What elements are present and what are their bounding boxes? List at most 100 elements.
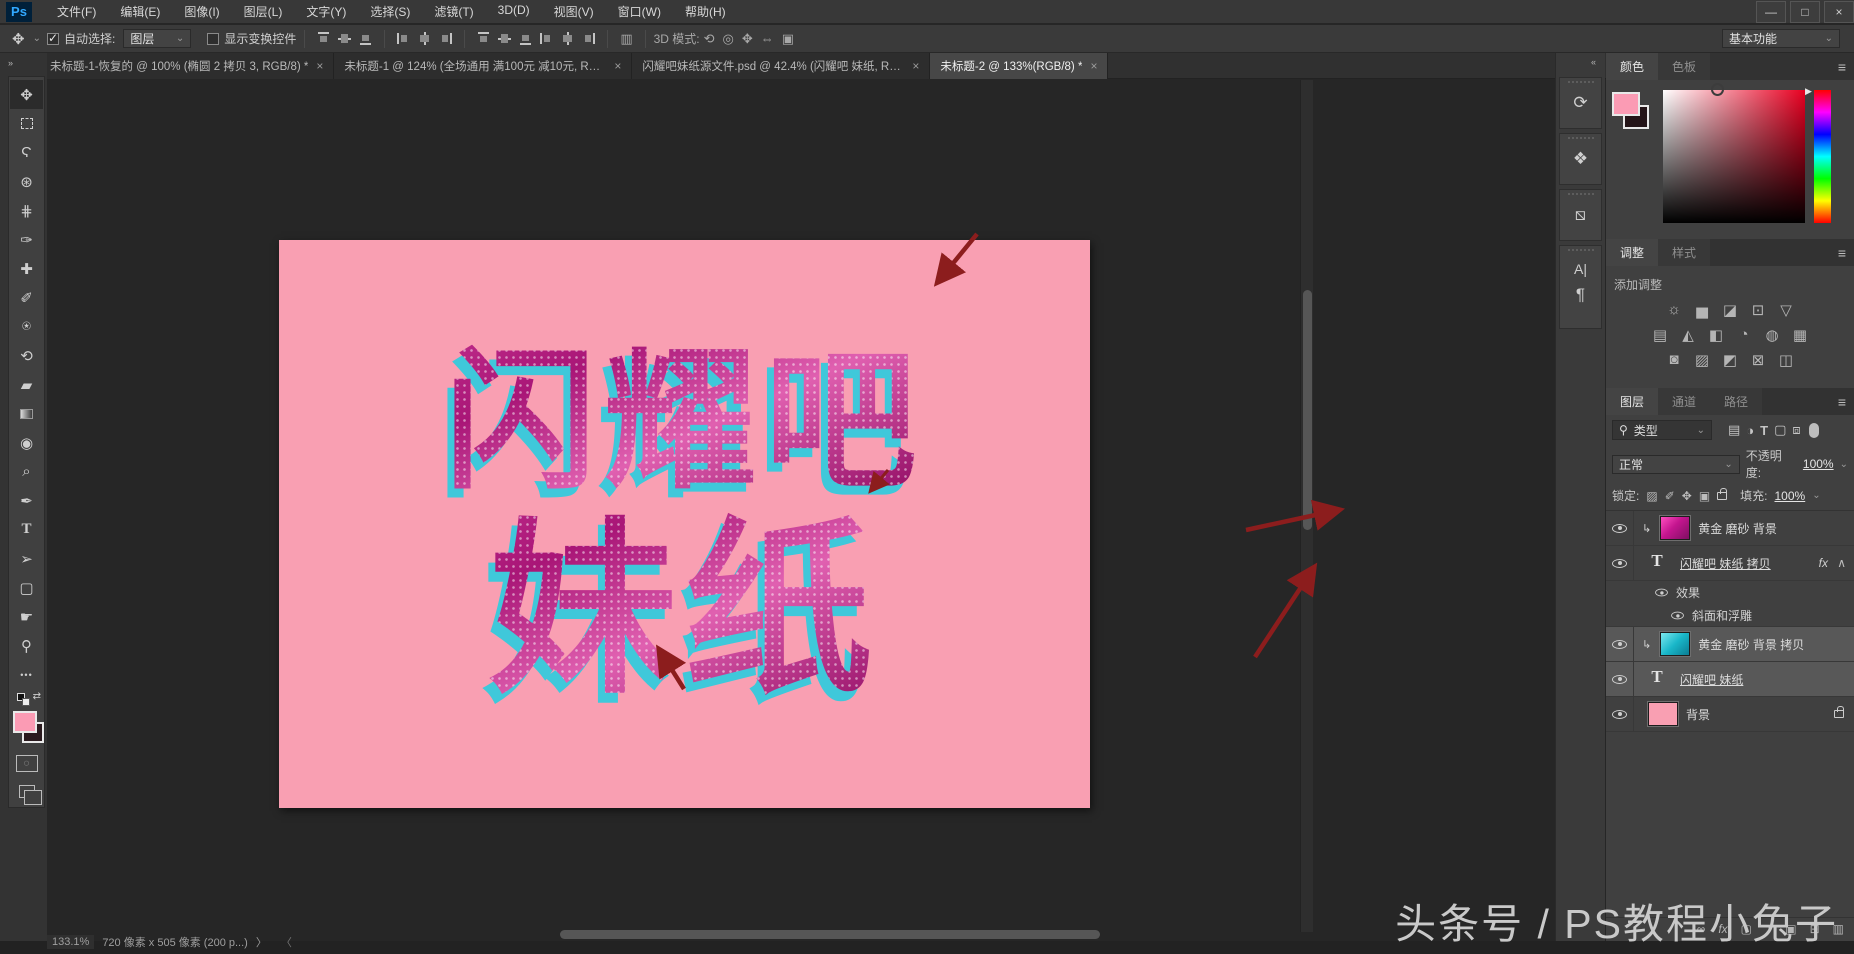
- layer-row[interactable]: T 闪耀吧 妹纸 拷贝 fx ∧: [1606, 546, 1854, 581]
- invert-icon[interactable]: ◙: [1665, 351, 1684, 369]
- dock-group[interactable]: A| ¶: [1559, 245, 1602, 329]
- foreground-color-swatch[interactable]: [1612, 92, 1640, 116]
- eraser-tool[interactable]: ▰: [10, 370, 43, 399]
- filter-adjustment-icon[interactable]: ◑: [1746, 423, 1754, 438]
- tool-preset-caret[interactable]: ⌄: [27, 29, 47, 48]
- properties-panel-icon[interactable]: ❖: [1573, 149, 1588, 169]
- levels-icon[interactable]: ▅: [1693, 301, 1712, 319]
- filter-pixel-icon[interactable]: ▤: [1728, 422, 1740, 438]
- menu-window[interactable]: 窗口(W): [607, 0, 672, 23]
- filter-smartobject-icon[interactable]: ⧈: [1792, 422, 1800, 438]
- menu-3d[interactable]: 3D(D): [487, 0, 541, 23]
- 3d-slide-icon[interactable]: ⇔: [761, 31, 774, 46]
- visibility-eye-icon[interactable]: [1671, 611, 1684, 619]
- marquee-tool[interactable]: [10, 109, 43, 138]
- curves-icon[interactable]: ◪: [1721, 301, 1740, 319]
- quick-mask-button[interactable]: ◌: [10, 749, 43, 778]
- dock-group[interactable]: ⧅: [1559, 189, 1602, 241]
- align-top-icon[interactable]: [317, 32, 330, 45]
- menu-file[interactable]: 文件(F): [46, 0, 107, 23]
- crop-tool[interactable]: ⋕: [10, 196, 43, 225]
- tab-styles[interactable]: 样式: [1658, 239, 1710, 266]
- color-swatch-widget[interactable]: [10, 709, 43, 749]
- layer-row-selected[interactable]: ↳ 黄金 磨砂 背景 拷贝: [1606, 627, 1854, 662]
- lock-all-icon[interactable]: [1717, 492, 1727, 500]
- 3d-camera-icon[interactable]: ▣: [782, 31, 794, 47]
- edit-toolbar-button[interactable]: •••: [10, 660, 43, 689]
- menu-edit[interactable]: 编辑(E): [109, 0, 171, 23]
- quick-select-tool[interactable]: ⊛: [10, 167, 43, 196]
- close-tab-icon[interactable]: ×: [912, 59, 919, 73]
- close-tab-icon[interactable]: ×: [1090, 59, 1097, 73]
- menu-view[interactable]: 视图(V): [543, 0, 605, 23]
- exposure-icon[interactable]: ⊡: [1749, 301, 1768, 319]
- color-panel-swatches[interactable]: [1612, 92, 1658, 138]
- layer-row-selected[interactable]: T 闪耀吧 妹纸: [1606, 662, 1854, 697]
- channel-mixer-icon[interactable]: ◍: [1763, 326, 1782, 344]
- layer-filter-dropdown[interactable]: ⚲ 类型 ⌄: [1612, 420, 1712, 440]
- close-tab-icon[interactable]: ×: [316, 59, 323, 73]
- libraries-panel-icon[interactable]: ⧅: [1575, 205, 1586, 225]
- layer-row-background[interactable]: 背景: [1606, 697, 1854, 732]
- panel-menu-icon[interactable]: ≡: [1838, 394, 1846, 410]
- menu-help[interactable]: 帮助(H): [674, 0, 737, 23]
- layer-row[interactable]: ↳ 黄金 磨砂 背景: [1606, 511, 1854, 546]
- canvas[interactable]: 闪耀吧 闪耀吧 妹纸 妹纸: [279, 240, 1090, 808]
- hue-slider[interactable]: [1814, 90, 1831, 223]
- layer-thumbnail[interactable]: [1660, 632, 1690, 656]
- saturation-brightness-field[interactable]: [1663, 90, 1805, 223]
- visibility-eye-icon[interactable]: [1612, 524, 1627, 533]
- hue-saturation-icon[interactable]: ▤: [1651, 326, 1670, 344]
- tab-channels[interactable]: 通道: [1658, 388, 1710, 415]
- tab-adjustments[interactable]: 调整: [1606, 239, 1658, 266]
- zoom-tool[interactable]: ⚲: [10, 631, 43, 660]
- lasso-tool[interactable]: Ϛ: [10, 138, 43, 167]
- document-tab[interactable]: 未标题-1-恢复的 @ 100% (椭圆 2 拷贝 3, RGB/8) *×: [40, 53, 334, 79]
- menu-select[interactable]: 选择(S): [359, 0, 421, 23]
- pen-tool[interactable]: ✒: [10, 486, 43, 515]
- distribute-right-icon[interactable]: [582, 32, 595, 45]
- document-tab[interactable]: 闪耀吧妹纸源文件.psd @ 42.4% (闪耀吧 妹纸, RGB/8) *×: [632, 53, 930, 79]
- auto-select-checkbox[interactable]: [47, 33, 59, 45]
- healing-brush-tool[interactable]: ✚: [10, 254, 43, 283]
- dock-group[interactable]: ❖: [1559, 133, 1602, 185]
- selective-color-icon[interactable]: ◫: [1777, 351, 1796, 369]
- history-brush-tool[interactable]: ⟲: [10, 341, 43, 370]
- 3d-roll-icon[interactable]: ◎: [723, 31, 734, 47]
- status-chevron-icon[interactable]: 〉: [256, 934, 267, 950]
- lock-artboard-icon[interactable]: ▣: [1699, 489, 1710, 503]
- lock-paint-icon[interactable]: ✐: [1665, 489, 1675, 503]
- foreground-color-swatch[interactable]: [13, 711, 37, 733]
- visibility-eye-icon[interactable]: [1612, 675, 1627, 684]
- color-lookup-icon[interactable]: ▦: [1791, 326, 1810, 344]
- close-button[interactable]: ×: [1824, 1, 1854, 23]
- align-horizontal-center-icon[interactable]: [418, 32, 431, 45]
- maximize-button[interactable]: □: [1790, 1, 1820, 23]
- visibility-eye-icon[interactable]: [1612, 640, 1627, 649]
- fill-value[interactable]: 100%: [1775, 489, 1806, 503]
- distribute-vertical-center-icon[interactable]: [498, 32, 511, 45]
- tab-paths[interactable]: 路径: [1710, 388, 1762, 415]
- tab-color[interactable]: 颜色: [1606, 53, 1658, 80]
- tab-layers[interactable]: 图层: [1606, 388, 1658, 415]
- align-right-icon[interactable]: [439, 32, 452, 45]
- align-bottom-icon[interactable]: [359, 32, 372, 45]
- 3d-pan-icon[interactable]: ✥: [742, 31, 753, 47]
- align-left-icon[interactable]: [397, 32, 410, 45]
- character-panel-icon[interactable]: A|: [1574, 261, 1587, 277]
- show-transform-checkbox[interactable]: [207, 33, 219, 45]
- path-select-tool[interactable]: ➢: [10, 544, 43, 573]
- auto-select-dropdown[interactable]: 图层⌄: [123, 29, 191, 48]
- horizontal-scrollbar-thumb[interactable]: [560, 930, 1100, 939]
- hue-slider-arrow-icon[interactable]: ▶: [1805, 86, 1812, 97]
- layer-fx-badge[interactable]: fx: [1819, 556, 1828, 570]
- dock-group[interactable]: ⟳: [1559, 77, 1602, 129]
- opacity-value[interactable]: 100%: [1803, 457, 1834, 471]
- threshold-icon[interactable]: ◩: [1721, 351, 1740, 369]
- layer-effect-item-row[interactable]: 斜面和浮雕: [1606, 604, 1854, 627]
- clone-stamp-tool[interactable]: ⍟: [10, 312, 43, 341]
- document-tab-active[interactable]: 未标题-2 @ 133%(RGB/8) *×: [930, 53, 1108, 79]
- vibrance-icon[interactable]: ▽: [1777, 301, 1796, 319]
- move-tool[interactable]: ✥: [10, 80, 43, 109]
- menu-layer[interactable]: 图层(L): [233, 0, 294, 23]
